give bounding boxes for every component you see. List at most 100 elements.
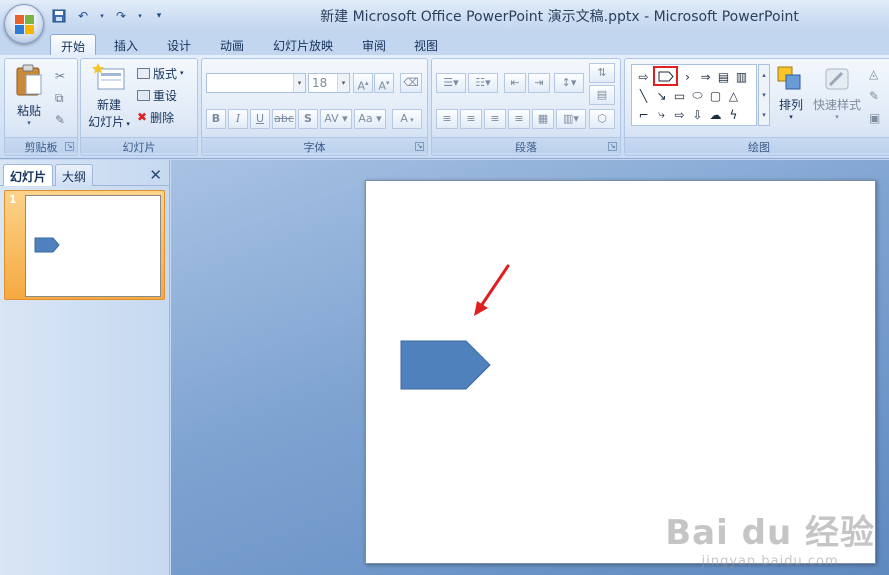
panel-tabs: 幻灯片 大纲 ✕ <box>0 160 170 186</box>
shape-notched-arrow-icon[interactable]: ⇨ <box>635 68 652 85</box>
italic-button[interactable]: I <box>228 109 248 129</box>
shape-textbox-icon[interactable]: ▤ <box>715 68 732 85</box>
paste-button[interactable]: 粘贴 ▾ <box>9 63 49 127</box>
tab-animation[interactable]: 动画 <box>210 34 254 55</box>
font-size-input[interactable]: 18 ▾ <box>308 73 350 93</box>
slide-canvas[interactable] <box>365 180 876 564</box>
decrease-indent-button[interactable]: ⇤ <box>504 73 526 93</box>
font-size-value: 18 <box>312 76 328 90</box>
tab-slides[interactable]: 幻灯片 <box>3 164 54 186</box>
shape-elbow-connector-icon[interactable]: ⌐ <box>635 106 652 123</box>
paste-label: 粘贴 <box>16 104 41 118</box>
tab-view[interactable]: 视图 <box>404 34 448 55</box>
distributed-button[interactable]: ▦ <box>532 109 554 129</box>
slide-thumbnail[interactable] <box>25 195 161 297</box>
font-color-button[interactable]: A ▾ <box>392 109 422 129</box>
tab-outline[interactable]: 大纲 <box>55 164 94 186</box>
text-direction-button[interactable]: ⇅ <box>589 63 615 83</box>
dialog-launcher-icon[interactable]: ↘ <box>65 142 74 151</box>
reset-button[interactable]: 重设 <box>137 86 177 104</box>
chevron-up-icon[interactable]: ▴ <box>759 65 769 85</box>
strikethrough-button[interactable]: abc <box>272 109 296 129</box>
shape-oval-icon[interactable]: ⬭ <box>689 87 706 104</box>
chevron-down-icon[interactable]: ▾ <box>293 74 305 92</box>
shape-right-arrow-icon[interactable]: ⇨ <box>671 106 688 123</box>
shape-pentagon-icon[interactable] <box>653 66 678 86</box>
clear-format-icon[interactable]: ⌫ <box>400 73 422 93</box>
arrange-button[interactable]: 排列 ▾ <box>773 65 809 121</box>
annotation-arrow <box>474 264 510 316</box>
shape-line-icon[interactable]: ╲ <box>635 87 652 104</box>
shapes-gallery-scroll[interactable]: ▴ ▾ ▾ <box>758 64 770 126</box>
columns-button[interactable]: ▥▾ <box>556 109 586 129</box>
font-group: ▾ 18 ▾ A▴ A▾ ⌫ B I U abc S AV ▾ Aa ▾ A ▾… <box>201 58 428 156</box>
bullets-button[interactable]: ☰▾ <box>436 73 466 93</box>
tab-review[interactable]: 审阅 <box>352 34 396 55</box>
tab-home[interactable]: 开始 <box>50 34 96 55</box>
paragraph-group-label: 段落 <box>432 137 620 154</box>
tab-slideshow[interactable]: 幻灯片放映 <box>265 34 341 55</box>
new-slide-button[interactable]: 新建 幻灯片 ▾ <box>83 63 135 130</box>
shape-vertical-textbox-icon[interactable]: ▥ <box>733 68 750 85</box>
chevron-down-icon[interactable]: ▾ <box>337 74 349 92</box>
delete-button[interactable]: ✖ 删除 <box>137 108 174 126</box>
shape-cloud-icon[interactable]: ☁ <box>707 106 724 123</box>
copy-icon: ⧉ <box>55 90 64 105</box>
slide-thumbnail-item[interactable]: 1 <box>4 190 165 300</box>
pencil-icon: ✎ <box>869 89 880 103</box>
increase-indent-button[interactable]: ⇥ <box>528 73 550 93</box>
font-name-input[interactable]: ▾ <box>206 73 306 93</box>
chevron-down-icon[interactable]: ▾ <box>759 85 769 105</box>
align-left-button[interactable]: ≡ <box>436 109 458 129</box>
shape-rectangle-icon[interactable]: ▭ <box>671 87 688 104</box>
office-button[interactable] <box>4 4 44 44</box>
window-title: 新建 Microsoft Office PowerPoint 演示文稿.pptx… <box>320 9 799 25</box>
cut-button[interactable]: ✂ <box>55 67 65 85</box>
shadow-button[interactable]: S <box>298 109 318 129</box>
shape-chevron-icon[interactable]: › <box>679 68 696 85</box>
shape-rounded-rect-icon[interactable]: ▢ <box>707 87 724 104</box>
shape-fill-button[interactable]: ◬ <box>869 65 878 83</box>
align-right-button[interactable]: ≡ <box>484 109 506 129</box>
shape-arrow-line-icon[interactable]: ↘ <box>653 87 670 104</box>
shape-triangle-icon[interactable]: △ <box>725 87 742 104</box>
smartart-button[interactable]: ⬡ <box>589 109 615 129</box>
slide-editing-area: Bai du 经验 jingyan.baidu.com <box>171 160 889 575</box>
arrange-label: 排列 <box>778 98 803 112</box>
shape-down-arrow-icon[interactable]: ⇩ <box>689 106 706 123</box>
numbering-button[interactable]: ☷▾ <box>468 73 498 93</box>
format-painter-button[interactable]: ✎ <box>55 111 65 129</box>
underline-button[interactable]: U <box>250 109 270 129</box>
title-bar: ↶ ▾ ↷ ▾ ▾ 新建 Microsoft Office PowerPoint… <box>0 0 889 44</box>
layout-button[interactable]: 版式 ▾ <box>137 64 184 82</box>
align-text-button[interactable]: ▤ <box>589 85 615 105</box>
shape-effects-button[interactable]: ▣ <box>869 109 880 127</box>
pentagon-arrow-shape[interactable] <box>400 340 491 390</box>
shape-block-arrow-icon[interactable]: ⇒ <box>697 68 714 85</box>
change-case-button[interactable]: Aa ▾ <box>354 109 386 129</box>
dialog-launcher-icon[interactable]: ↘ <box>415 142 424 151</box>
justify-button[interactable]: ≡ <box>508 109 530 129</box>
dialog-launcher-icon[interactable]: ↘ <box>608 142 617 151</box>
ribbon-tabs: 开始 插入 设计 动画 幻灯片放映 审阅 视图 <box>0 31 889 55</box>
arrange-icon <box>777 66 801 90</box>
char-spacing-button[interactable]: AV ▾ <box>320 109 352 129</box>
slide-number: 1 <box>9 193 17 206</box>
copy-button[interactable]: ⧉ <box>55 89 64 107</box>
shape-outline-button[interactable]: ✎ <box>869 87 879 105</box>
line-spacing-button[interactable]: ↕▾ <box>554 73 584 93</box>
shape-elbow-arrow-icon[interactable]: ⤷ <box>653 106 670 123</box>
shrink-font-button[interactable]: A▾ <box>374 73 394 93</box>
tab-insert[interactable]: 插入 <box>104 34 148 55</box>
new-slide-label-text: 幻灯片 <box>88 115 125 129</box>
grow-font-button[interactable]: A▴ <box>353 73 373 93</box>
align-center-button[interactable]: ≡ <box>460 109 482 129</box>
shape-lightning-icon[interactable]: ϟ <box>725 106 742 123</box>
close-icon[interactable]: ✕ <box>149 166 162 184</box>
quick-styles-button[interactable]: 快速样式 ▾ <box>811 65 863 121</box>
more-icon[interactable]: ▾ <box>759 105 769 125</box>
bold-button[interactable]: B <box>206 109 226 129</box>
tab-design[interactable]: 设计 <box>157 34 201 55</box>
slides-panel: 幻灯片 大纲 ✕ 1 <box>0 160 170 575</box>
scissors-icon: ✂ <box>55 69 66 83</box>
